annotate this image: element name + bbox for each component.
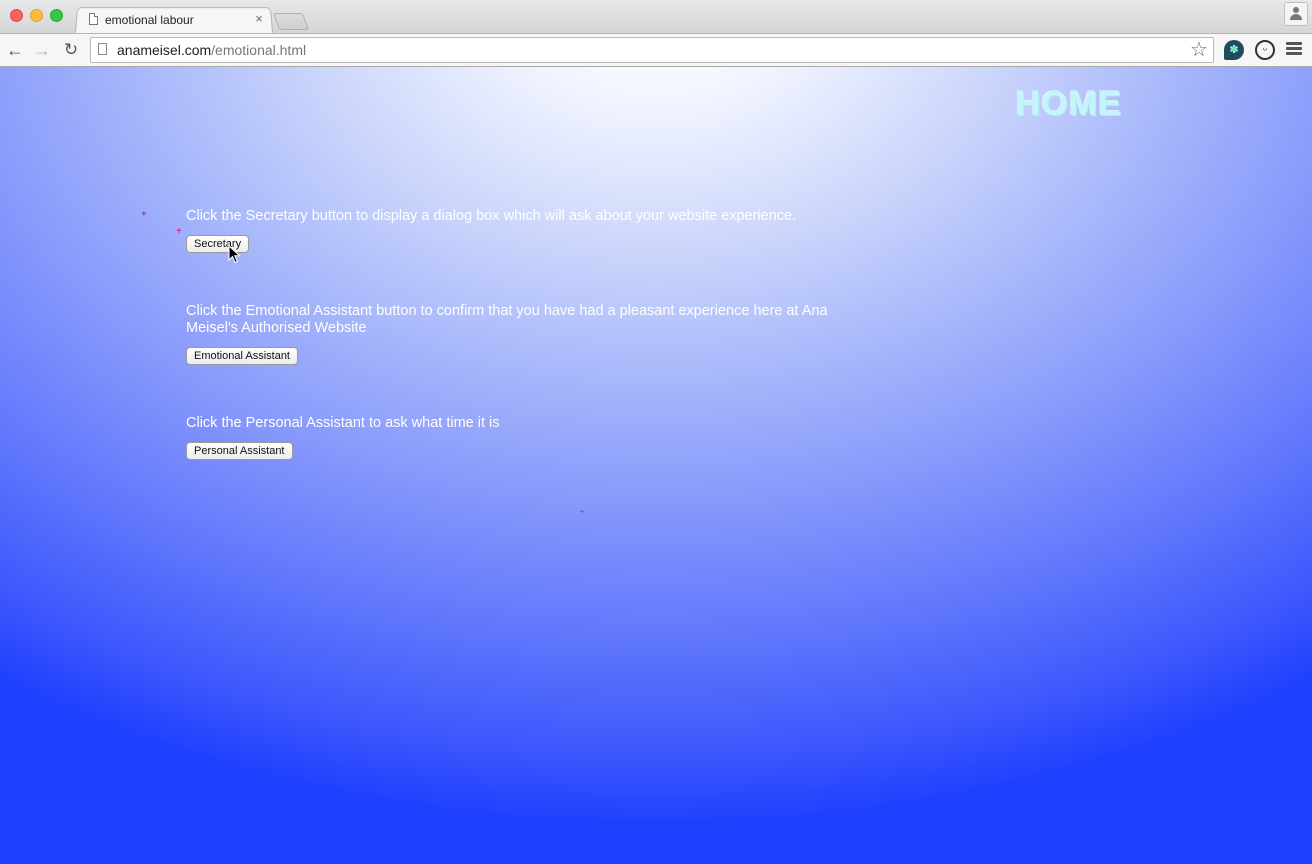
url-text[interactable]: anameisel.com/emotional.html <box>117 42 306 58</box>
profile-button[interactable] <box>1284 2 1308 26</box>
reload-button[interactable]: ↻ <box>60 39 82 61</box>
personal-assistant-prompt: Click the Personal Assistant to ask what… <box>186 415 500 431</box>
new-tab-button[interactable] <box>272 13 310 30</box>
bookmark-star-icon[interactable]: ☆ <box>1187 38 1211 62</box>
window-maximize-button[interactable] <box>50 9 63 22</box>
emotional-assistant-prompt: Click the Emotional Assistant button to … <box>186 303 828 336</box>
marker-plus-icon: + <box>176 226 182 237</box>
tab-title: emotional labour <box>105 13 194 27</box>
mouse-cursor-icon <box>228 245 241 264</box>
emotional-assistant-button[interactable]: Emotional Assistant <box>186 347 298 365</box>
personal-assistant-button[interactable]: Personal Assistant <box>186 442 293 460</box>
profile-icon-body <box>1290 14 1302 20</box>
marker-plus-icon: + <box>580 509 585 516</box>
tab-close-icon[interactable]: × <box>252 11 266 26</box>
back-button[interactable]: ← <box>4 39 26 61</box>
browser-toolbar: ← → ↻ anameisel.com/emotional.html ☆ ✽ ᵕ <box>0 33 1312 67</box>
profile-icon <box>1293 7 1299 13</box>
browser-window: emotional labour × ← → ↻ anameisel.com/e… <box>0 0 1312 864</box>
document-icon <box>89 13 98 25</box>
url-path: /emotional.html <box>211 42 307 58</box>
marker-plus-icon: + <box>141 209 147 220</box>
home-link[interactable]: HOME <box>1016 85 1122 124</box>
menu-icon[interactable] <box>1286 42 1302 57</box>
secretary-prompt: Click the Secretary button to display a … <box>186 208 797 224</box>
active-tab[interactable]: emotional labour × <box>86 8 270 34</box>
forward-button[interactable]: → <box>31 39 53 61</box>
smiley-icon[interactable]: ᵕ <box>1255 40 1275 60</box>
window-close-button[interactable] <box>10 9 23 22</box>
page-info-icon[interactable] <box>98 43 107 55</box>
window-minimize-button[interactable] <box>30 9 43 22</box>
title-bar: emotional labour × <box>0 0 1312 35</box>
page-content: HOME + + + Click the Secretary button to… <box>0 67 1312 864</box>
url-host: anameisel.com <box>117 42 212 58</box>
extension-icon[interactable]: ✽ <box>1224 40 1244 60</box>
address-bar[interactable]: anameisel.com/emotional.html ☆ <box>90 37 1214 63</box>
